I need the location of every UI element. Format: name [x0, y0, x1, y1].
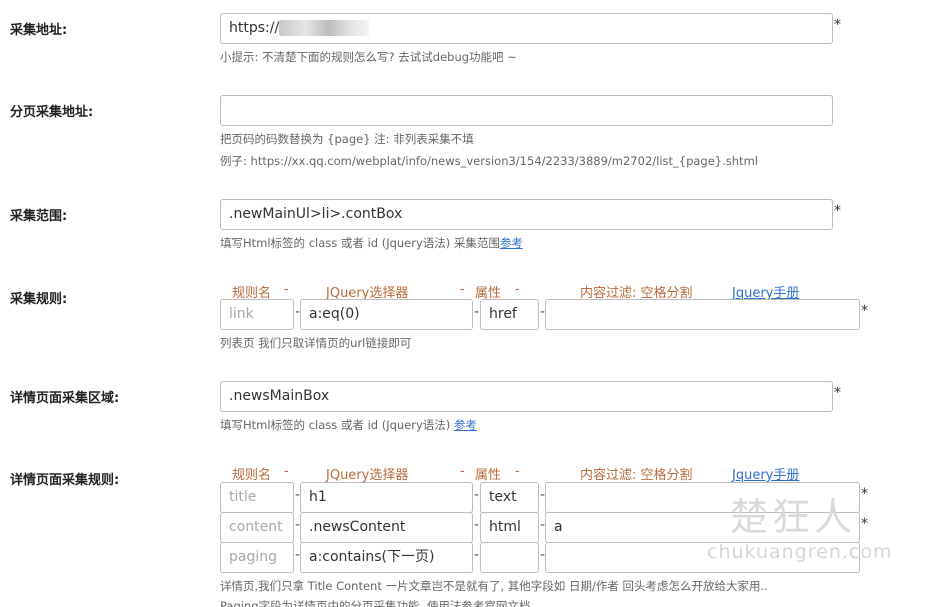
watermark-logo-cn: 楚狂人: [730, 495, 857, 539]
header-attr: 属性: [475, 468, 502, 483]
detail-rules-label: 详情页面采集规则:: [10, 473, 120, 488]
required-mark: *: [861, 303, 868, 319]
header-rule-name: 规则名: [232, 468, 272, 483]
range-hint: 填写Html标签的 class 或者 id (Jquery语法) 采集范围参考: [220, 235, 523, 251]
separator-dash: -: [474, 517, 480, 533]
header-dash: -: [515, 464, 520, 479]
required-mark: *: [861, 516, 868, 532]
header-filter: 内容过滤: 空格分割: [580, 468, 693, 483]
rule-selector-input[interactable]: h1: [300, 482, 473, 513]
header-dash: -: [460, 282, 465, 297]
list-rules-label: 采集规则:: [10, 292, 68, 307]
required-mark: *: [861, 486, 868, 502]
required-mark: *: [834, 203, 841, 219]
header-dash: -: [460, 464, 465, 479]
detail-rules-hint-paging: Paging字段为详情页中的分页采集功能, 使用法参考官网文档: [220, 599, 531, 607]
rule-attr-input[interactable]: href: [480, 299, 539, 330]
range-hint-text: 填写Html标签的 class 或者 id (Jquery语法) 采集范围: [220, 236, 500, 250]
header-selector: JQuery选择器: [326, 468, 409, 483]
rule-selector-input[interactable]: a:eq(0): [300, 299, 473, 330]
rule-attr-input[interactable]: html: [480, 512, 539, 543]
rule-name-input[interactable]: content: [220, 512, 294, 543]
detail-area-hint: 填写Html标签的 class 或者 id (Jquery语法) 参考: [220, 417, 477, 433]
rule-attr-input[interactable]: [480, 542, 539, 573]
separator-dash: -: [474, 487, 480, 503]
url-label: 采集地址:: [10, 23, 68, 38]
rule-filter-input[interactable]: [545, 299, 860, 330]
rule-attr-input[interactable]: text: [480, 482, 539, 513]
detail-rules-hint: 详情页,我们只拿 Title Content 一片文章岂不是就有了, 其他字段如…: [220, 579, 768, 593]
redacted-blur: [279, 20, 370, 36]
detail-area-hint-text: 填写Html标签的 class 或者 id (Jquery语法): [220, 418, 451, 432]
url-value: https://: [229, 20, 280, 36]
url-input[interactable]: https://: [220, 13, 833, 44]
range-hint-link[interactable]: 参考: [500, 236, 523, 250]
header-dash: -: [284, 464, 289, 479]
rule-selector-input[interactable]: a:contains(下一页): [300, 542, 473, 573]
header-dash: -: [284, 282, 289, 297]
list-rules-hint: 列表页 我们只取详情页的url链接即可: [220, 336, 412, 350]
header-dash: -: [515, 282, 520, 297]
detail-area-input[interactable]: .newsMainBox: [220, 381, 833, 412]
rule-name-input[interactable]: paging: [220, 542, 294, 573]
rule-selector-input[interactable]: .newsContent: [300, 512, 473, 543]
rule-name-input[interactable]: link: [220, 299, 294, 330]
watermark-logo-en: chukuangren.com: [707, 541, 893, 563]
paging-url-input[interactable]: [220, 95, 833, 126]
range-label: 采集范围:: [10, 209, 68, 224]
url-hint: 小提示: 不清楚下面的规则怎么写? 去试试debug功能吧 ~: [220, 50, 517, 64]
jquery-manual-link[interactable]: Jquery手册: [732, 464, 799, 483]
required-mark: *: [834, 17, 841, 33]
rule-name-input[interactable]: title: [220, 482, 294, 513]
required-mark: *: [834, 385, 841, 401]
paging-url-example: 例子: https://xx.qq.com/webplat/info/news_…: [220, 154, 758, 168]
paging-url-label: 分页采集地址:: [10, 105, 94, 120]
separator-dash: -: [474, 547, 480, 563]
paging-url-hint: 把页码的码数替换为 {page} 注: 非列表采集不填: [220, 132, 474, 146]
detail-area-hint-link[interactable]: 参考: [454, 418, 477, 432]
separator-dash: -: [474, 304, 480, 320]
range-input[interactable]: .newMainUl>li>.contBox: [220, 199, 833, 230]
detail-area-label: 详情页面采集区域:: [10, 391, 120, 406]
